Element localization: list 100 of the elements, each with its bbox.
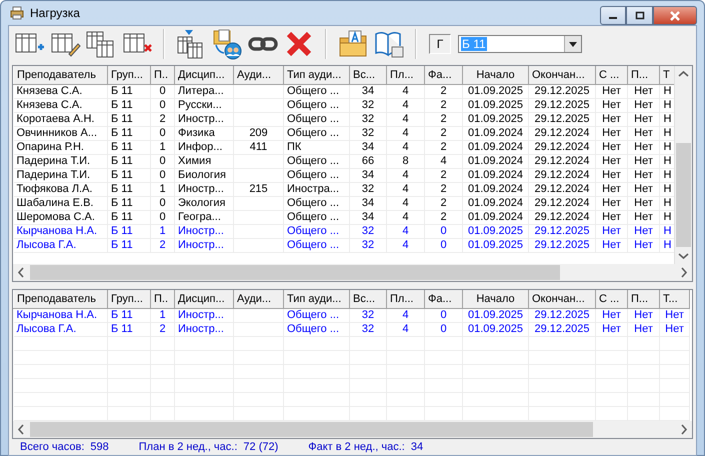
close-button[interactable] — [653, 6, 697, 25]
table-cell: 2 — [150, 322, 174, 336]
table-cell: 0 — [150, 126, 174, 140]
column-header[interactable]: Дисцип... — [174, 66, 234, 84]
column-header[interactable]: С ... — [596, 290, 628, 308]
table-cell: 29.12.2025 — [528, 84, 596, 98]
column-header[interactable]: П.. — [150, 66, 174, 84]
column-header[interactable]: Тип ауди... — [284, 290, 350, 308]
maximize-button[interactable] — [626, 6, 653, 25]
column-header[interactable]: Окончан... — [528, 290, 596, 308]
column-header[interactable]: Пл... — [386, 290, 424, 308]
status-label: Всего часов: — [20, 440, 84, 452]
table-cell: Нет — [596, 224, 628, 238]
table-cell: Нет — [596, 196, 628, 210]
column-header[interactable]: П... — [628, 66, 660, 84]
table-cell: 32 — [350, 224, 386, 238]
folder-people-icon[interactable] — [211, 28, 243, 60]
table-cell: Нет — [660, 308, 690, 322]
table-cell: Б 11 — [108, 98, 150, 112]
column-header[interactable]: Начало — [462, 66, 528, 84]
column-header[interactable]: Преподаватель — [14, 290, 108, 308]
column-header[interactable]: Т... — [660, 290, 690, 308]
table-cell: Нет — [596, 140, 628, 154]
table-cell: 34 — [350, 140, 386, 154]
table-cell: 01.09.2025 — [462, 84, 528, 98]
table-cell: 66 — [350, 154, 386, 168]
close-icon[interactable] — [669, 10, 681, 20]
table-cell: 29.12.2024 — [528, 196, 596, 210]
table-cell: 0 — [150, 210, 174, 224]
column-header[interactable]: Окончан... — [528, 66, 596, 84]
table-cell: Общего ... — [284, 154, 350, 168]
table-cell: 4 — [386, 126, 424, 140]
column-header[interactable]: Фа... — [424, 290, 462, 308]
column-header[interactable]: Пл... — [386, 66, 424, 84]
table-cell: Общего ... — [284, 224, 350, 238]
column-header[interactable]: Тип ауди... — [284, 66, 350, 84]
table-cell: Нет — [628, 182, 660, 196]
dropdown-arrow-icon[interactable] — [569, 42, 577, 46]
table-cell: 01.09.2025 — [462, 308, 528, 322]
table-cell: 29.12.2025 — [528, 224, 596, 238]
table-cell: 4 — [386, 308, 424, 322]
scrollbar-thumb[interactable] — [30, 422, 593, 436]
table-cell: 29.12.2024 — [528, 140, 596, 154]
table-cell: 4 — [386, 224, 424, 238]
column-header[interactable]: Фа... — [424, 66, 462, 84]
table-cell: 01.09.2024 — [462, 140, 528, 154]
table-cell: 29.12.2025 — [528, 238, 596, 252]
minimize-button[interactable] — [600, 6, 626, 25]
table-cell: 4 — [424, 154, 462, 168]
column-header[interactable]: Ауди... — [234, 290, 284, 308]
table-cell: 0 — [150, 196, 174, 210]
column-header[interactable]: Груп... — [108, 290, 150, 308]
status-label: План в 2 нед., час.: — [138, 440, 238, 452]
column-header[interactable]: Преподаватель — [14, 66, 108, 84]
window-title: Нагрузка — [30, 6, 81, 20]
table-cell: Иностр... — [174, 224, 234, 238]
table-cell: 0 — [150, 98, 174, 112]
table-cell: Б 11 — [108, 322, 150, 336]
column-header[interactable]: Груп... — [108, 66, 150, 84]
table-cell: 29.12.2024 — [528, 154, 596, 168]
table-cell: Б 11 — [108, 210, 150, 224]
table-cell: 34 — [350, 210, 386, 224]
table-cell: 0 — [424, 238, 462, 252]
column-header[interactable]: Вс... — [350, 290, 386, 308]
table-cell: Экология — [174, 196, 234, 210]
table-cell: 01.09.2024 — [462, 196, 528, 210]
scrollbar-thumb[interactable] — [676, 143, 691, 247]
scrollbar-thumb[interactable] — [30, 265, 560, 280]
table-cell: 29.12.2024 — [528, 182, 596, 196]
column-header[interactable]: Т — [660, 66, 674, 84]
table-cell: 01.09.2025 — [462, 238, 528, 252]
table-cell: Кырчанова Н.А. — [14, 224, 108, 238]
column-header[interactable]: Дисцип... — [174, 290, 234, 308]
column-header[interactable]: П.. — [150, 290, 174, 308]
table-cell: Иностр... — [174, 322, 234, 336]
table-cell: Б 11 — [108, 224, 150, 238]
table-cell: Общего ... — [284, 98, 350, 112]
column-header[interactable]: П... — [628, 290, 660, 308]
table-cell: 01.09.2024 — [462, 210, 528, 224]
table-cell: Князева С.А. — [14, 98, 108, 112]
table-cell: ПК — [284, 140, 350, 154]
table-cell: 29.12.2024 — [528, 126, 596, 140]
table-cell: 29.12.2025 — [528, 308, 596, 322]
table-cell: 0 — [150, 154, 174, 168]
table-cell: Нет — [596, 98, 628, 112]
table-cell: Общего ... — [284, 308, 350, 322]
table-cell: Б 11 — [108, 140, 150, 154]
column-header[interactable]: Начало — [462, 290, 528, 308]
column-header[interactable]: С ... — [596, 66, 628, 84]
table-cell: Нет — [628, 168, 660, 182]
table-cell: 32 — [350, 322, 386, 336]
column-header[interactable]: Вс... — [350, 66, 386, 84]
table-cell: 2 — [424, 168, 462, 182]
table-cell: 4 — [386, 84, 424, 98]
table-cell: 34 — [350, 168, 386, 182]
column-header[interactable]: Ауди... — [234, 66, 284, 84]
table-cell: 4 — [386, 238, 424, 252]
table-cell: Общего ... — [284, 210, 350, 224]
table-cell: Б 11 — [108, 126, 150, 140]
maximize-icon[interactable] — [634, 11, 644, 20]
